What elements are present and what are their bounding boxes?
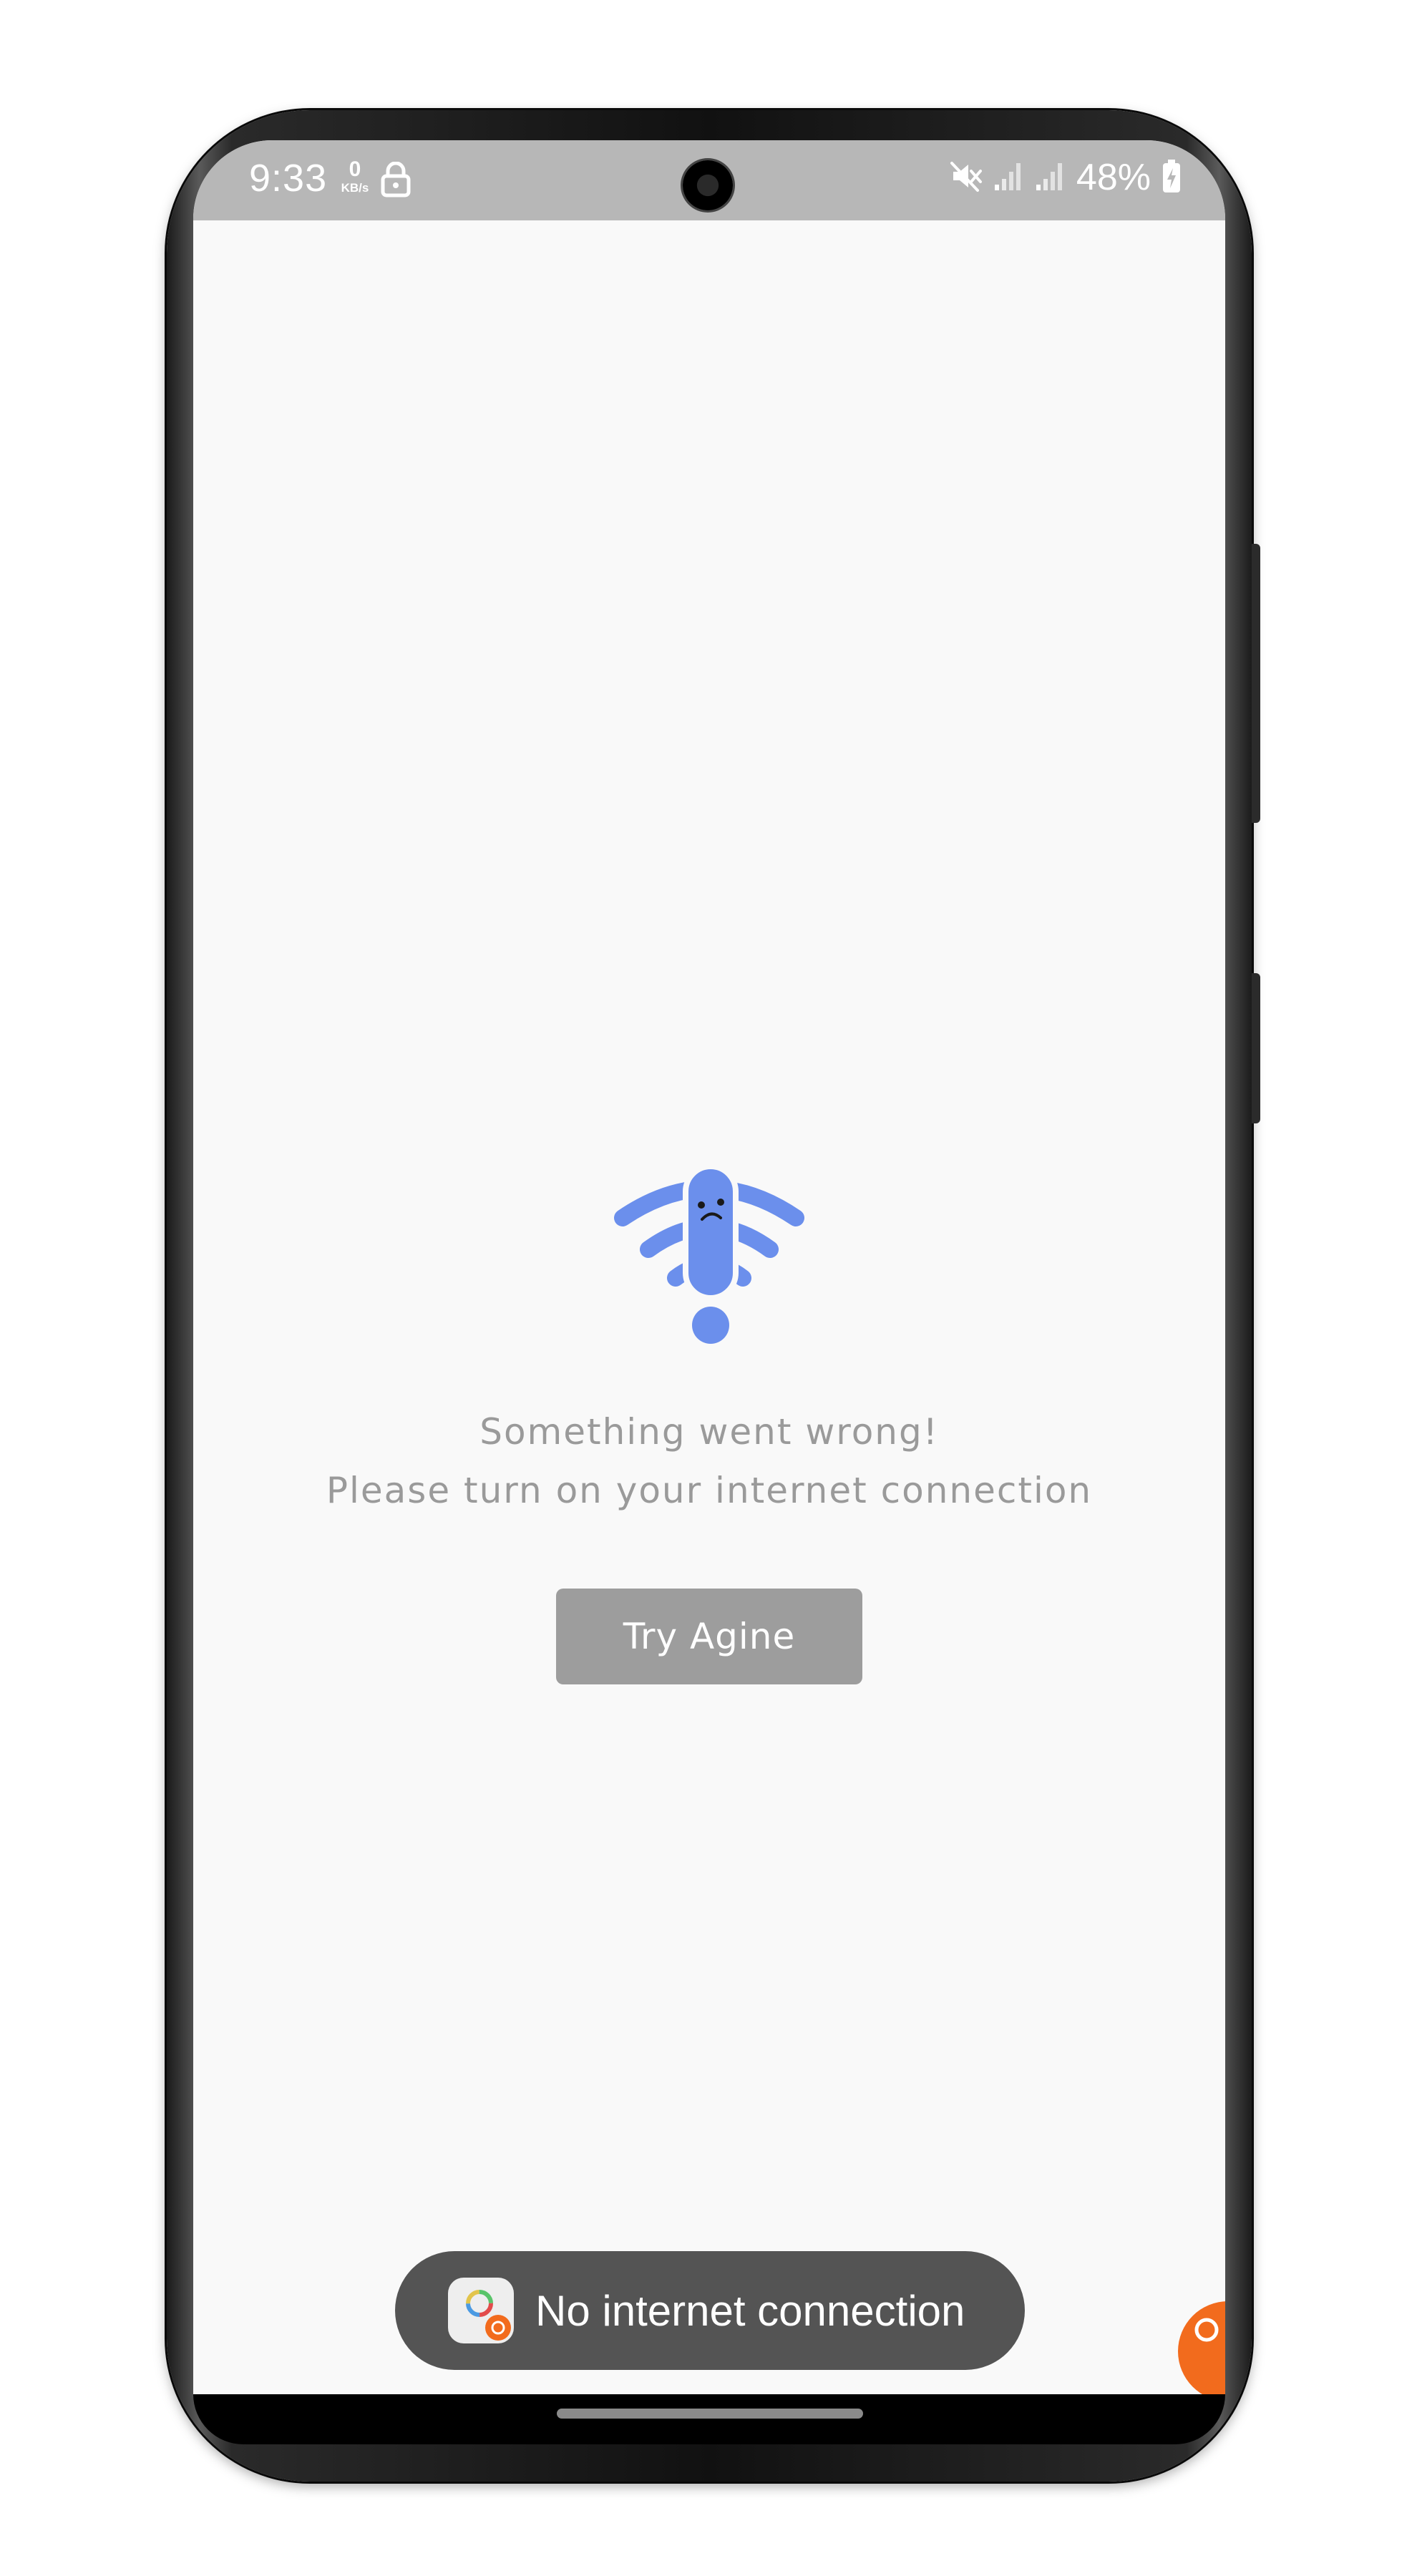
floating-assist-button[interactable]: [1178, 2301, 1225, 2394]
toast-message: No internet connection: [535, 2286, 965, 2335]
mute-icon: [949, 159, 983, 197]
network-speed-unit: KB/s: [341, 181, 369, 195]
lock-icon: [381, 161, 411, 201]
app-icon: [448, 2278, 514, 2343]
status-indicators: 48%: [949, 156, 1182, 199]
error-message: Please turn on your internet connection: [326, 1470, 1093, 1511]
record-icon: [1194, 2318, 1219, 2342]
network-speed-value: 0: [349, 157, 361, 181]
try-again-button[interactable]: Try Agine: [556, 1589, 862, 1684]
front-camera: [683, 160, 733, 210]
device-frame-stage: 9:33 0 KB/s 48% Something went wrong! Pl…: [0, 0, 1417, 2576]
error-title: Something went wrong!: [479, 1411, 939, 1453]
navigation-bar: [193, 2394, 1225, 2444]
toast-notification: No internet connection: [395, 2251, 1025, 2370]
status-time: 9:33: [249, 157, 328, 200]
wifi-error-icon: [614, 1165, 804, 1344]
battery-percent: 48%: [1076, 157, 1151, 198]
status-bar: 9:33 0 KB/s 48%: [193, 140, 1225, 220]
signal-icon: [993, 160, 1025, 195]
volume-button: [1252, 973, 1260, 1123]
network-speed: 0 KB/s: [333, 157, 376, 195]
phone-screen: 9:33 0 KB/s 48% Something went wrong! Pl…: [193, 140, 1225, 2394]
battery-charging-icon: [1161, 158, 1182, 197]
power-button: [1252, 544, 1260, 823]
home-gesture-bar[interactable]: [557, 2409, 863, 2419]
app-content: Something went wrong! Please turn on you…: [193, 220, 1225, 2394]
signal-icon: [1035, 160, 1066, 195]
